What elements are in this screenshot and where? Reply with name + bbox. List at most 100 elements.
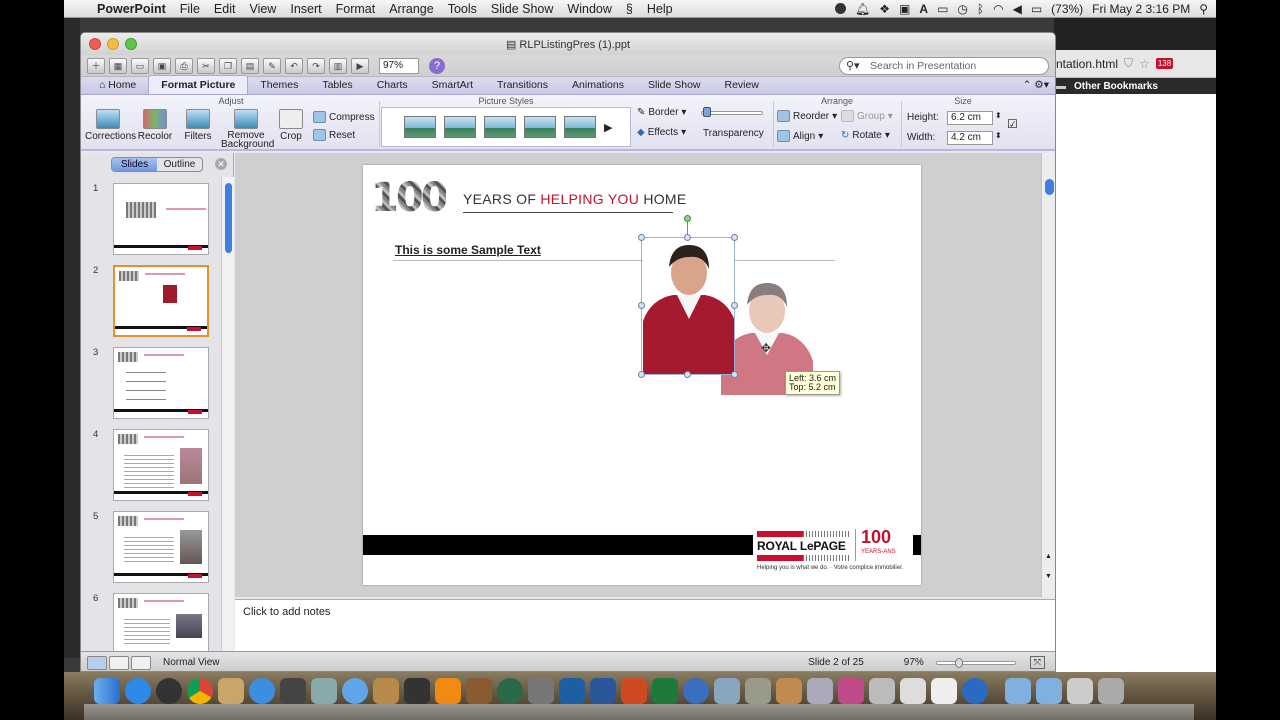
compress-button[interactable]: Compress bbox=[313, 111, 375, 123]
undo-icon[interactable]: ↶ bbox=[285, 57, 303, 74]
calculator-icon[interactable] bbox=[869, 678, 895, 704]
time-machine-icon[interactable]: ◷ bbox=[957, 2, 967, 16]
toolbox-icon[interactable]: ▣ bbox=[899, 2, 910, 16]
gmail-badge[interactable]: 138 bbox=[1155, 58, 1174, 69]
system-preferences-icon[interactable] bbox=[528, 678, 554, 704]
fit-to-window-icon[interactable]: ⤧ bbox=[1029, 656, 1045, 669]
documents-folder-icon[interactable] bbox=[1036, 678, 1062, 704]
launchpad-icon[interactable] bbox=[280, 678, 306, 704]
picture-style-5[interactable] bbox=[564, 116, 596, 138]
word-icon[interactable] bbox=[590, 678, 616, 704]
trash-icon[interactable] bbox=[1098, 678, 1124, 704]
resize-handle-top-left[interactable] bbox=[638, 234, 645, 241]
downloads-stack-icon[interactable] bbox=[1067, 678, 1093, 704]
outline-tab[interactable]: Outline bbox=[157, 158, 202, 171]
slide-thumbnail[interactable] bbox=[113, 511, 209, 583]
menu-edit[interactable]: Edit bbox=[207, 2, 243, 16]
slide-show-view-button[interactable] bbox=[131, 655, 151, 670]
menu-arrange[interactable]: Arrange bbox=[382, 2, 440, 16]
photos-icon[interactable] bbox=[311, 678, 337, 704]
open-icon[interactable]: ▭ bbox=[131, 57, 149, 74]
tab-tables[interactable]: Tables bbox=[310, 76, 364, 94]
rotation-handle[interactable] bbox=[684, 215, 691, 222]
preview-icon[interactable] bbox=[373, 678, 399, 704]
slide-thumbnail-selected[interactable] bbox=[113, 265, 209, 337]
menu-file[interactable]: File bbox=[173, 2, 207, 16]
slide-scrollbar[interactable]: ▲ ▼ bbox=[1041, 153, 1055, 597]
garageband-icon[interactable] bbox=[466, 678, 492, 704]
cut-icon[interactable]: ✂ bbox=[197, 57, 215, 74]
wifi-icon[interactable]: ◠ bbox=[993, 2, 1003, 16]
lock-aspect-checkbox[interactable]: ☑ bbox=[1007, 117, 1018, 131]
zoom-slider-thumb[interactable] bbox=[954, 657, 963, 668]
monitor-icon[interactable]: ▭ bbox=[937, 2, 948, 16]
finder-icon[interactable] bbox=[94, 678, 120, 704]
format-painter-icon[interactable]: ✎ bbox=[263, 57, 281, 74]
slide-canvas[interactable]: 100 YEARS OF HELPING YOU HOME This is so… bbox=[363, 165, 921, 585]
ribbon-collapse-icon[interactable]: ⌃ ⚙▾ bbox=[1017, 76, 1055, 94]
close-pane-icon[interactable]: ✕ bbox=[215, 158, 227, 170]
height-stepper[interactable]: ⬍ bbox=[995, 111, 1002, 120]
resize-handle-top[interactable] bbox=[684, 234, 691, 241]
time-machine-dock-icon[interactable] bbox=[497, 678, 523, 704]
slide-thumb-row[interactable]: 5 bbox=[81, 505, 221, 583]
slide-thumb-row[interactable]: 6 bbox=[81, 587, 221, 651]
height-field[interactable]: 6.2 cm bbox=[947, 111, 993, 125]
menubar-clock[interactable]: Fri May 2 3:16 PM bbox=[1092, 2, 1190, 16]
tab-format-picture[interactable]: Format Picture bbox=[148, 75, 249, 94]
tab-themes[interactable]: Themes bbox=[248, 76, 310, 94]
utilities-icon[interactable] bbox=[714, 678, 740, 704]
menu-view[interactable]: View bbox=[242, 2, 283, 16]
menu-help[interactable]: Help bbox=[640, 2, 680, 16]
tab-charts[interactable]: Charts bbox=[365, 76, 420, 94]
search-input[interactable]: ⚲▾ Search in Presentation bbox=[839, 57, 1049, 75]
vlc-icon[interactable] bbox=[435, 678, 461, 704]
tab-slide-show[interactable]: Slide Show bbox=[636, 76, 713, 94]
slide-thumb-row[interactable]: 3 bbox=[81, 341, 221, 419]
border-button[interactable]: ✎ Border ▾ bbox=[637, 107, 686, 118]
picture-style-4[interactable] bbox=[524, 116, 556, 138]
slide-scroll-thumb[interactable] bbox=[1045, 179, 1054, 195]
slide-thumbnail[interactable] bbox=[113, 347, 209, 419]
slide-thumbnail[interactable] bbox=[113, 183, 209, 255]
tab-transitions[interactable]: Transitions bbox=[485, 76, 560, 94]
resize-handle-left[interactable] bbox=[638, 302, 645, 309]
spotlight-icon[interactable]: ⚲ bbox=[1199, 2, 1208, 16]
media-browser-icon[interactable]: ▥ bbox=[329, 57, 347, 74]
normal-view-button[interactable] bbox=[87, 655, 107, 670]
photoshop-icon[interactable] bbox=[559, 678, 585, 704]
slide-thumbnail[interactable] bbox=[113, 593, 209, 651]
menu-app-name[interactable]: PowerPoint bbox=[90, 2, 173, 16]
slides-scrollbar[interactable] bbox=[221, 177, 234, 651]
print-icon[interactable]: ⎙ bbox=[175, 57, 193, 74]
other-bookmarks-link[interactable]: Other Bookmarks bbox=[1074, 81, 1158, 92]
menu-tools[interactable]: Tools bbox=[441, 2, 484, 16]
group-button[interactable]: Group ▾ bbox=[841, 110, 893, 122]
menu-format[interactable]: Format bbox=[329, 2, 383, 16]
slides-tab[interactable]: Slides bbox=[112, 158, 157, 171]
picture-style-3[interactable] bbox=[484, 116, 516, 138]
dropbox-icon[interactable]: ❖ bbox=[879, 2, 890, 16]
width-stepper[interactable]: ⬍ bbox=[995, 131, 1002, 140]
notification-bell-icon[interactable]: 🔔︎ bbox=[855, 2, 870, 16]
slides-scroll-thumb[interactable] bbox=[225, 183, 232, 253]
tab-smartart[interactable]: SmartArt bbox=[420, 76, 485, 94]
menu-insert[interactable]: Insert bbox=[283, 2, 328, 16]
brush-icon[interactable] bbox=[807, 678, 833, 704]
chrome-icon[interactable] bbox=[187, 678, 213, 704]
browser-url[interactable]: ntation.html bbox=[1056, 57, 1118, 71]
transparency-slider-thumb[interactable] bbox=[703, 107, 711, 117]
resize-handle-bottom-right[interactable] bbox=[731, 371, 738, 378]
background-browser-window[interactable]: ntation.html ⛉ ☆ 138 ▬ Other Bookmarks bbox=[1054, 18, 1216, 694]
applications-folder-icon[interactable] bbox=[1005, 678, 1031, 704]
slide-sorter-button[interactable] bbox=[109, 655, 129, 670]
browser-address-bar[interactable]: ntation.html ⛉ ☆ 138 bbox=[1054, 50, 1216, 78]
resize-handle-right[interactable] bbox=[731, 302, 738, 309]
width-field[interactable]: 4.2 cm bbox=[947, 131, 993, 145]
crop-button[interactable]: Crop bbox=[273, 109, 309, 142]
presentation-icon[interactable] bbox=[776, 678, 802, 704]
reset-button[interactable]: Reset bbox=[313, 129, 355, 141]
resize-handle-top-right[interactable] bbox=[731, 234, 738, 241]
bluetooth-icon[interactable]: ᛒ bbox=[977, 2, 984, 16]
charts-app-icon[interactable] bbox=[838, 678, 864, 704]
